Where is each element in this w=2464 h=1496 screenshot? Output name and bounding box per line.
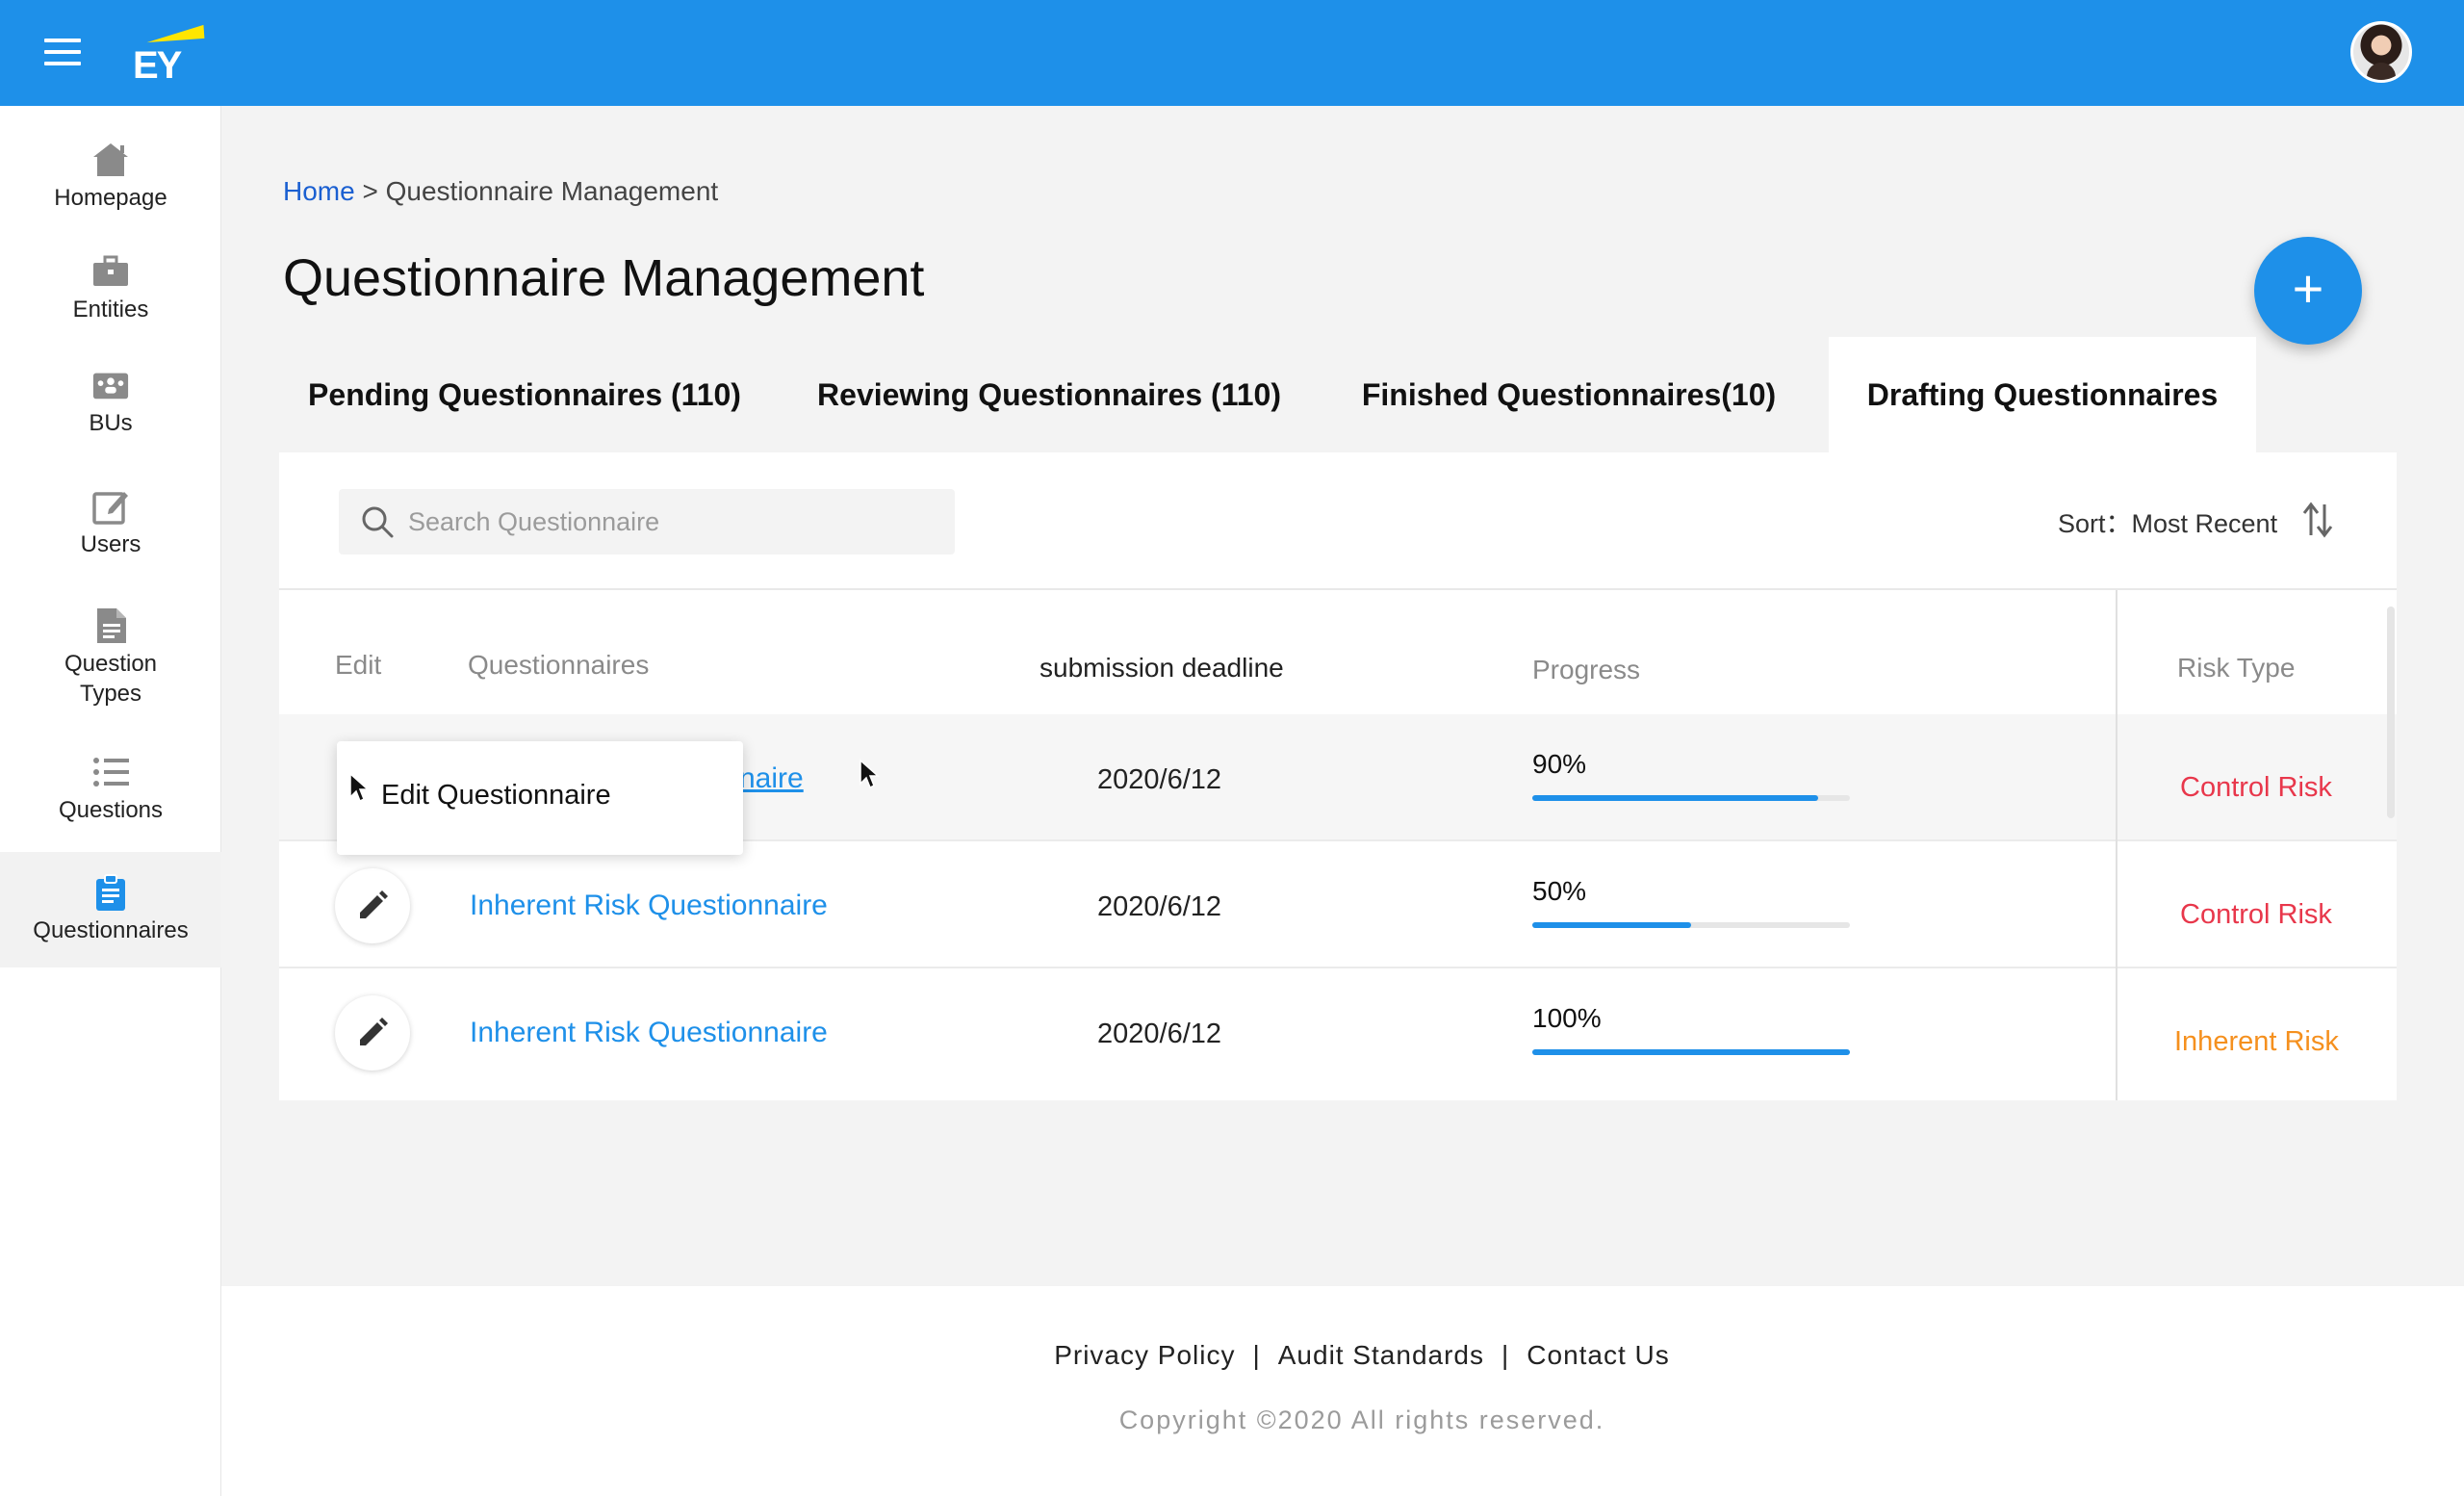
pencil-icon (360, 1018, 388, 1045)
list-icon (91, 753, 130, 791)
edit-questionnaire-option[interactable]: Edit Questionnaire (381, 780, 611, 812)
column-header-deadline: submission deadline (1040, 653, 1284, 683)
toolbar-divider (279, 588, 2397, 590)
document-icon (91, 606, 130, 645)
logo-accent-bar (145, 24, 205, 43)
table-row[interactable]: Inherent Risk Questionnaire 2020/6/12 50… (279, 841, 2397, 968)
breadcrumb-home-link[interactable]: Home (283, 176, 355, 206)
pencil-icon (360, 890, 388, 918)
footer-links: Privacy Policy | Audit Standards | Contact U… (221, 1340, 2464, 1371)
sidebar-item-label: Questionnaires (33, 917, 189, 943)
page-title: Questionnaire Management (283, 249, 925, 307)
sidebar-item-label: BUs (89, 410, 133, 436)
sidebar-item-users[interactable]: Users (0, 487, 221, 593)
edit-button[interactable] (335, 995, 410, 1070)
column-header-risk-type: Risk Type (2177, 653, 2296, 683)
search-box (339, 489, 955, 555)
sidebar-item-questions[interactable]: Questions (0, 753, 221, 859)
edit-questionnaire-tooltip: Edit Questionnaire (337, 741, 743, 855)
sidebar-item-homepage[interactable]: Homepage (0, 141, 221, 237)
sidebar-item-entities[interactable]: Entities (0, 252, 221, 348)
footer-separator: | (1502, 1340, 1510, 1370)
briefcase-icon (91, 252, 130, 291)
questionnaire-link[interactable]: naire (739, 762, 804, 795)
sidebar-item-label: Entities (72, 297, 149, 322)
add-questionnaire-button[interactable]: + (2254, 237, 2362, 345)
progress-bar (1532, 1049, 1850, 1055)
progress-label: 90% (1532, 749, 1587, 779)
sidebar-item-label: Questions (58, 797, 164, 823)
tab-finished[interactable]: Finished Questionnaires(10) (1338, 337, 1800, 452)
footer: Privacy Policy | Audit Standards | Contact U… (221, 1286, 2464, 1496)
breadcrumb-current: Questionnaire Management (385, 176, 719, 206)
copyright-text: Copyright ©2020 All rights reserved. (1118, 1406, 1605, 1434)
sidebar-item-question-types[interactable]: Question Types (0, 606, 221, 741)
vertical-scrollbar[interactable] (2387, 606, 2395, 818)
mouse-cursor-icon (349, 772, 370, 803)
mouse-cursor-icon (860, 759, 880, 789)
user-avatar[interactable] (2350, 21, 2412, 83)
risk-type-cell: Control Risk (2180, 899, 2332, 930)
edit-button[interactable] (335, 868, 410, 943)
sidebar-item-label: Users (80, 531, 141, 557)
progress-label: 50% (1532, 876, 1587, 906)
sort-arrows-icon[interactable] (2300, 501, 2335, 539)
questionnaire-link[interactable]: Inherent Risk Questionnaire (470, 890, 828, 922)
privacy-policy-link[interactable]: Privacy Policy (1054, 1340, 1235, 1370)
sidebar-item-questionnaires[interactable]: Questionnaires (0, 852, 221, 967)
progress-fill (1532, 922, 1691, 928)
deadline-cell: 2020/6/12 (1097, 764, 1222, 795)
sidebar-item-bus[interactable]: BUs (0, 366, 221, 472)
tab-drafting[interactable]: Drafting Questionnaires (1829, 337, 2256, 452)
progress-bar (1532, 922, 1850, 928)
contact-us-link[interactable]: Contact Us (1527, 1340, 1670, 1370)
risk-type-cell: Inherent Risk (2174, 1026, 2339, 1057)
plus-icon: + (2292, 258, 2324, 319)
audit-standards-link[interactable]: Audit Standards (1278, 1340, 1484, 1370)
risk-column-divider (2116, 590, 2118, 1100)
clipboard-icon (91, 873, 130, 912)
progress-fill (1532, 1049, 1850, 1055)
top-app-bar: EY (0, 0, 2464, 106)
menu-icon[interactable] (44, 39, 81, 65)
ey-logo[interactable]: EY (133, 17, 205, 87)
group-icon (91, 366, 130, 404)
sidebar-item-label: Homepage (54, 185, 167, 211)
column-header-progress: Progress (1532, 655, 1641, 684)
risk-type-cell: Control Risk (2180, 772, 2332, 803)
breadcrumb-separator: > (362, 176, 378, 206)
tab-reviewing[interactable]: Reviewing Questionnaires (110) (799, 337, 1299, 452)
footer-separator: | (1252, 1340, 1261, 1370)
sort-dropdown[interactable]: Sort：Most Recent (2058, 503, 2277, 540)
column-header-edit: Edit (335, 650, 382, 680)
progress-label: 100% (1532, 1003, 1602, 1033)
logo-text: EY (133, 44, 182, 87)
search-input[interactable] (408, 489, 937, 555)
breadcrumb: Home > Questionnaire Management (283, 176, 718, 207)
home-icon (91, 141, 130, 179)
sidebar-item-label: Question Types (64, 651, 158, 707)
progress-bar (1532, 795, 1850, 801)
table-row[interactable]: Inherent Risk Questionnaire 2020/6/12 10… (279, 968, 2397, 1096)
search-icon (362, 506, 394, 538)
column-header-questionnaires: Questionnaires (468, 650, 650, 680)
sidebar: Homepage Entities BUs Users Question Typ… (0, 106, 221, 1496)
tab-pending[interactable]: Pending Questionnaires (110) (279, 337, 770, 452)
deadline-cell: 2020/6/12 (1097, 1019, 1222, 1049)
questionnaire-link[interactable]: Inherent Risk Questionnaire (470, 1017, 828, 1049)
edit-square-icon (91, 487, 130, 526)
progress-fill (1532, 795, 1818, 801)
deadline-cell: 2020/6/12 (1097, 891, 1222, 922)
